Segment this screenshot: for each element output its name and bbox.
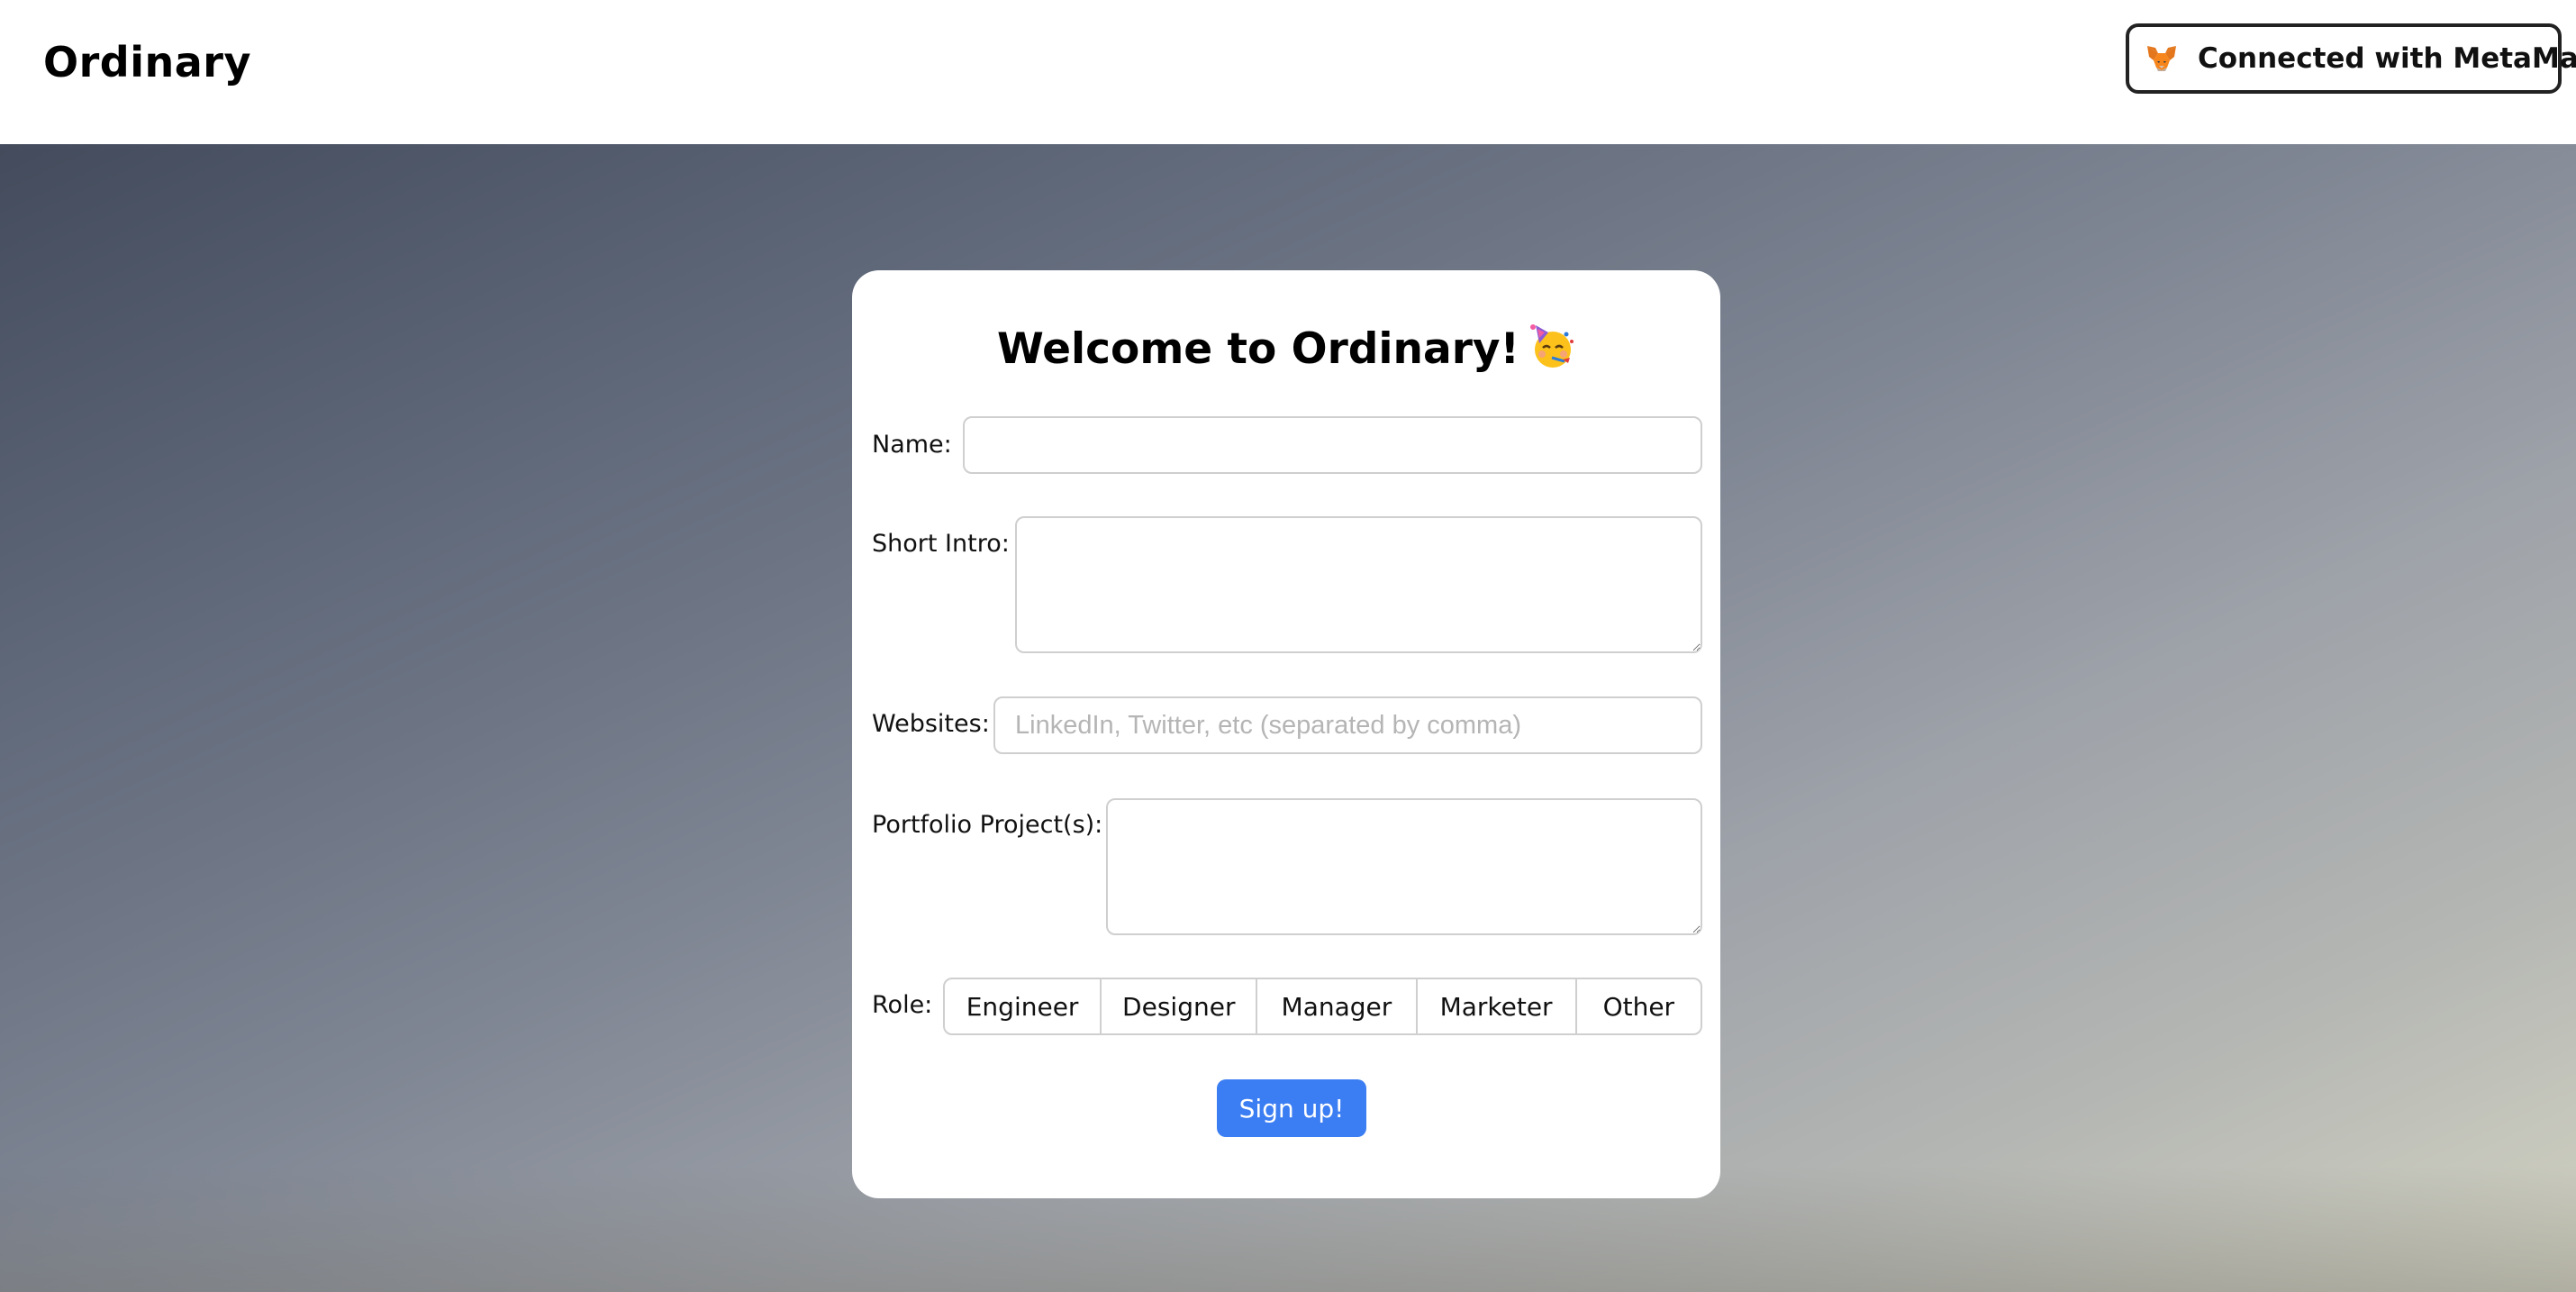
wallet-button-label: Connected with MetaMask bbox=[2198, 42, 2576, 75]
role-option-designer[interactable]: Designer bbox=[1102, 979, 1258, 1033]
portfolio-textarea[interactable] bbox=[1106, 798, 1702, 935]
name-label: Name: bbox=[872, 431, 952, 459]
role-selector: Engineer Designer Manager Marketer Other bbox=[943, 978, 1702, 1035]
role-label: Role: bbox=[872, 991, 933, 1019]
party-face-emoji-icon bbox=[1529, 323, 1574, 368]
short-intro-label: Short Intro: bbox=[872, 530, 1010, 558]
top-header: Ordinary Connected with MetaMask bbox=[0, 0, 2576, 144]
websites-label: Websites: bbox=[872, 710, 990, 738]
signup-card: Welcome to Ordinary! Name: Short Intro: … bbox=[852, 270, 1720, 1198]
role-option-other[interactable]: Other bbox=[1577, 979, 1701, 1033]
name-input[interactable] bbox=[963, 416, 1702, 474]
websites-input[interactable] bbox=[993, 696, 1702, 754]
welcome-title-text: Welcome to Ordinary! bbox=[997, 324, 1519, 374]
welcome-title: Welcome to Ordinary! bbox=[852, 323, 1720, 376]
role-option-engineer[interactable]: Engineer bbox=[945, 979, 1102, 1033]
role-option-marketer[interactable]: Marketer bbox=[1418, 979, 1577, 1033]
short-intro-textarea[interactable] bbox=[1015, 516, 1702, 653]
role-option-manager[interactable]: Manager bbox=[1257, 979, 1418, 1033]
portfolio-label: Portfolio Project(s): bbox=[872, 811, 1103, 839]
metamask-fox-icon bbox=[2147, 46, 2176, 71]
app-logo[interactable]: Ordinary bbox=[43, 38, 251, 86]
wallet-connect-button[interactable]: Connected with MetaMask bbox=[2126, 23, 2576, 94]
signup-button[interactable]: Sign up! bbox=[1217, 1079, 1366, 1137]
